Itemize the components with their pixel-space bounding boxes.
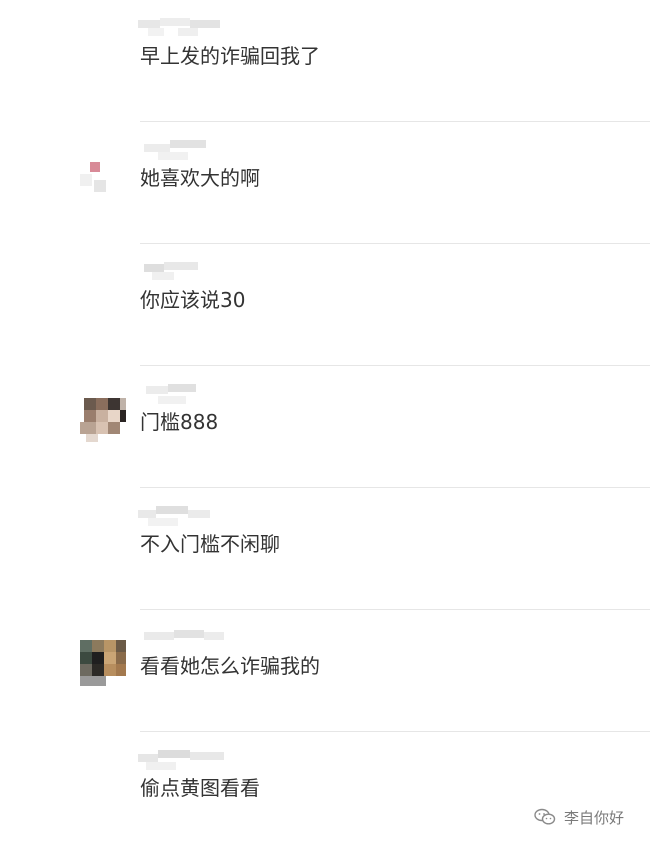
comment-item: 门槛888 [0,366,650,488]
watermark-label: 李自你好 [564,808,625,827]
username-blurred [138,140,228,162]
username-blurred [138,506,228,528]
comment-text: 她喜欢大的啊 [140,166,260,190]
comment-text: 偷点黄图看看 [140,776,260,800]
watermark: 李自你好 [534,803,624,831]
comment-item: 早上发的诈骗回我了 [0,0,650,122]
comment-text: 不入门槛不闲聊 [140,532,280,556]
username-blurred [138,18,228,40]
comment-item: 看看她怎么诈骗我的 [0,610,650,732]
comment-item: 她喜欢大的啊 [0,122,650,244]
username-blurred [138,384,228,406]
wechat-icon [534,808,556,826]
comment-item: 你应该说30 [0,244,650,366]
comment-text: 你应该说30 [140,288,246,312]
comment-text: 门槛888 [140,410,219,434]
comment-text: 早上发的诈骗回我了 [140,44,320,68]
comment-item: 偷点黄图看看 [0,732,650,854]
avatar [80,142,126,198]
avatar [80,386,126,442]
username-blurred [138,628,228,650]
avatar [80,630,126,686]
comment-text: 看看她怎么诈骗我的 [140,654,320,678]
username-blurred [138,262,228,284]
username-blurred [138,750,228,772]
comment-item: 不入门槛不闲聊 [0,488,650,610]
